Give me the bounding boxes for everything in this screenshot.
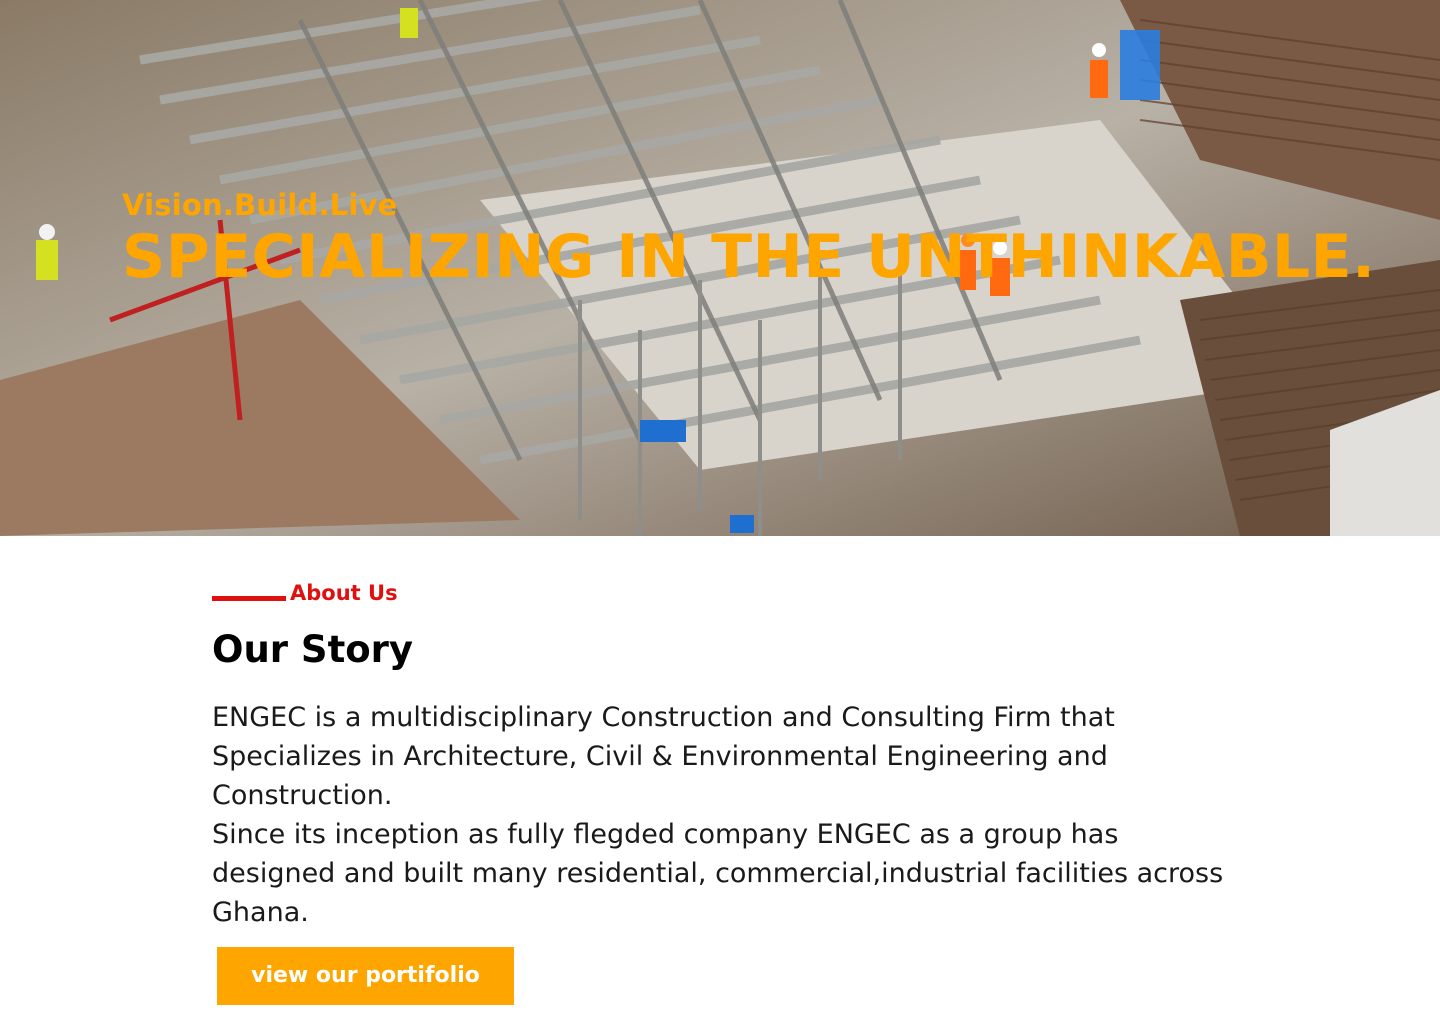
view-portfolio-button[interactable]: view our portifolio [217, 947, 514, 1005]
hero-tagline: Vision.Build.Live [122, 188, 398, 222]
about-section: About Us Our Story ENGEC is a multidisci… [212, 578, 1242, 932]
our-story-title: Our Story [212, 628, 414, 671]
hero-text: Vision.Build.Live SPECIALIZING IN THE UN… [122, 186, 1375, 290]
story-paragraph-1: ENGEC is a multidisciplinary Constructio… [212, 702, 1115, 811]
story-body: ENGEC is a multidisciplinary Constructio… [212, 698, 1242, 932]
story-paragraph-2: Since its inception as fully flegded com… [212, 819, 1224, 928]
hero-headline: SPECIALIZING IN THE UNTHINKABLE. [122, 222, 1376, 292]
eyebrow-divider [212, 595, 286, 601]
about-us-label: About Us [290, 581, 398, 605]
hero-banner: Vision.Build.Live SPECIALIZING IN THE UN… [0, 0, 1440, 536]
about-eyebrow: About Us [212, 578, 1242, 608]
